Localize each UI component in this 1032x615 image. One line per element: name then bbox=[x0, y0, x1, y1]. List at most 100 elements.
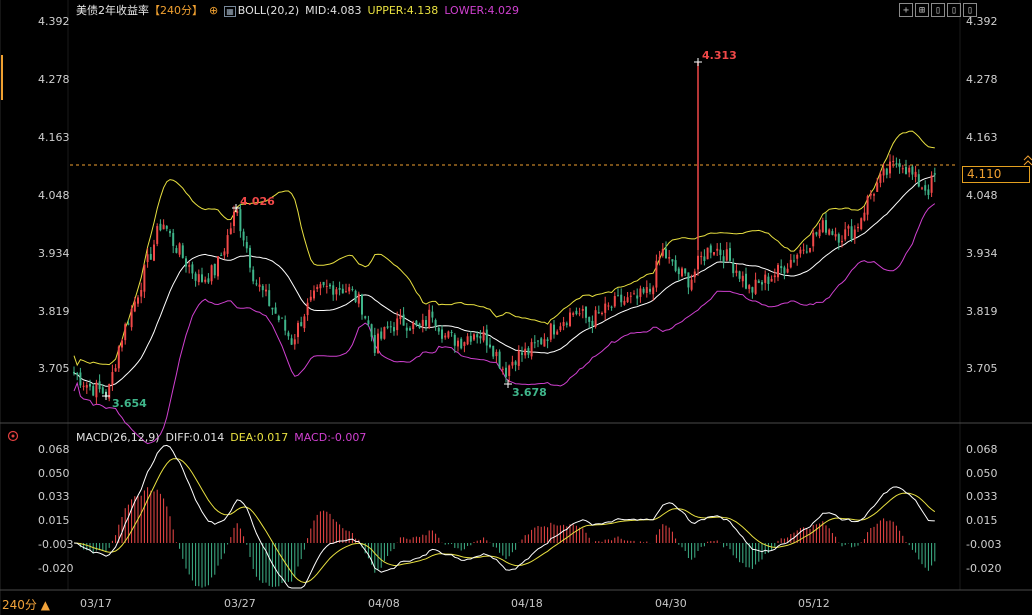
crosshair-icon[interactable]: + bbox=[899, 3, 913, 17]
candle-body bbox=[738, 271, 741, 279]
candle-body bbox=[649, 288, 651, 292]
split-panel-icon[interactable]: ▯ bbox=[947, 3, 961, 17]
candle-body bbox=[117, 346, 120, 369]
candle-body bbox=[469, 335, 472, 342]
macd-label[interactable]: MACD(26,12,9) bbox=[76, 431, 160, 444]
date-tick: 04/08 bbox=[368, 597, 400, 610]
candle-body bbox=[351, 288, 354, 290]
candle-body bbox=[658, 257, 661, 259]
macd-tick-right: 0.068 bbox=[966, 443, 998, 456]
candle-body bbox=[338, 287, 341, 290]
candle-body bbox=[809, 247, 811, 252]
candle-body bbox=[210, 265, 213, 282]
candle-body bbox=[274, 307, 277, 314]
candle-body bbox=[508, 365, 511, 376]
candle-body bbox=[479, 336, 482, 339]
settings-icon[interactable]: ⊕ bbox=[209, 4, 218, 17]
indicator-icon[interactable]: ▦ bbox=[224, 6, 236, 17]
candle-body bbox=[834, 234, 837, 237]
price-tick-right: 3.819 bbox=[966, 305, 998, 318]
high-marker-2: 4.313 bbox=[702, 49, 737, 62]
grid-layout-icon[interactable]: ⊞ bbox=[915, 3, 929, 17]
candle-body bbox=[697, 255, 699, 270]
period-tag[interactable]: 【240分】 bbox=[149, 4, 203, 17]
candle-body bbox=[505, 367, 507, 377]
candle-body bbox=[623, 300, 626, 305]
candle-body bbox=[441, 329, 443, 339]
candle-body bbox=[181, 245, 184, 258]
period-selector[interactable]: 240分 ▲ bbox=[2, 596, 50, 613]
candle-body bbox=[562, 322, 565, 327]
candle-body bbox=[732, 262, 735, 274]
candle-body bbox=[309, 296, 312, 301]
candle-body bbox=[489, 344, 491, 348]
target-icon[interactable] bbox=[7, 430, 19, 442]
price-tick-right: 4.392 bbox=[966, 15, 998, 28]
candle-body bbox=[233, 211, 235, 226]
candle-body bbox=[831, 231, 834, 235]
candle-body bbox=[924, 185, 927, 191]
candle-body bbox=[751, 287, 754, 293]
candle-body bbox=[921, 187, 923, 189]
candle-body bbox=[617, 295, 619, 297]
candle-body bbox=[156, 226, 159, 244]
candle-body bbox=[821, 220, 824, 232]
price-tick-left: 4.163 bbox=[38, 131, 70, 144]
candle-body bbox=[741, 275, 744, 282]
price-tick-left: 4.392 bbox=[38, 15, 70, 28]
candle-body bbox=[725, 249, 728, 261]
instrument-title[interactable]: 美债2年收益率 bbox=[76, 4, 149, 17]
macd-header: MACD(26,12,9) DIFF:0.014 DEA:0.017 MACD:-0.… bbox=[76, 431, 372, 445]
candle-body bbox=[514, 361, 517, 365]
boll-upper: UPPER:4.138 bbox=[367, 4, 439, 17]
candle-body bbox=[165, 225, 168, 229]
candle-body bbox=[127, 323, 130, 325]
candle-body bbox=[572, 313, 575, 315]
candle-body bbox=[245, 242, 248, 249]
candle-body bbox=[341, 288, 344, 294]
candle-body bbox=[354, 290, 357, 302]
panel-icon[interactable]: ▯ bbox=[931, 3, 945, 17]
macd-tick-right: 0.033 bbox=[966, 490, 998, 503]
candle-body bbox=[217, 256, 219, 277]
current-price-tag: 4.110 bbox=[962, 166, 1030, 183]
candle-body bbox=[111, 372, 114, 385]
chart-canvas[interactable] bbox=[0, 0, 1032, 615]
dea-line bbox=[73, 458, 936, 584]
boll-label[interactable]: BOLL(20,2) bbox=[238, 4, 299, 17]
candle-body bbox=[898, 163, 901, 168]
candle-body bbox=[325, 285, 328, 287]
candle-body bbox=[495, 351, 498, 357]
candle-body bbox=[844, 229, 847, 240]
candle-body bbox=[661, 248, 664, 256]
candle-body bbox=[498, 351, 501, 368]
candle-body bbox=[460, 338, 463, 349]
candle-body bbox=[284, 319, 287, 331]
candle-body bbox=[268, 290, 271, 306]
candle-body bbox=[364, 316, 367, 319]
candle-body bbox=[418, 323, 421, 329]
price-tick-left: 4.048 bbox=[38, 189, 70, 202]
candle-body bbox=[735, 270, 738, 273]
candle-body bbox=[796, 254, 799, 259]
candle-body bbox=[885, 168, 888, 175]
macd-tick-left: -0.003 bbox=[38, 538, 74, 551]
candle-body bbox=[853, 229, 856, 239]
candle-body bbox=[207, 278, 210, 283]
candle-body bbox=[668, 257, 671, 259]
candle-body bbox=[754, 279, 757, 294]
candle-body bbox=[137, 297, 139, 304]
price-tick-right: 3.705 bbox=[966, 362, 998, 375]
candle-body bbox=[431, 311, 434, 318]
candle-body bbox=[530, 342, 533, 357]
candle-body bbox=[399, 315, 402, 319]
diff-line bbox=[73, 444, 935, 589]
macd-tick-right: 0.050 bbox=[966, 467, 998, 480]
candle-body bbox=[261, 285, 264, 291]
candle-body bbox=[565, 323, 568, 325]
candle-body bbox=[159, 223, 162, 231]
candle-body bbox=[607, 305, 610, 307]
candle-body bbox=[492, 345, 495, 357]
candle-body bbox=[789, 259, 792, 268]
candle-body bbox=[396, 318, 399, 331]
